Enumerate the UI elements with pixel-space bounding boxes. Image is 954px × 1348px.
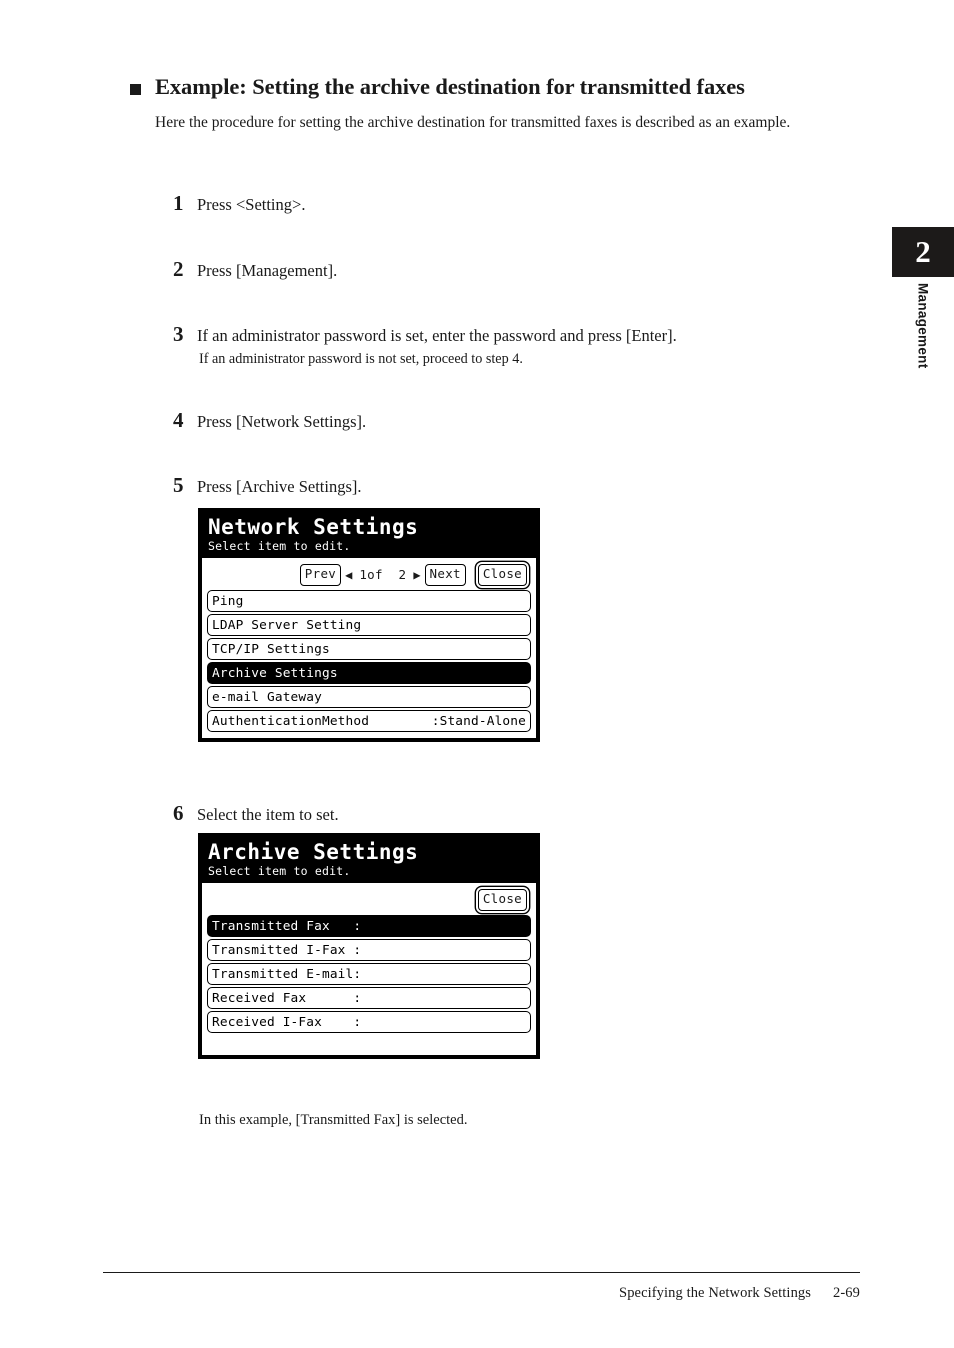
lcd-subtitle-network: Select item to edit. bbox=[208, 539, 351, 554]
step-5-number: 5 bbox=[173, 473, 184, 497]
footer-title: Specifying the Network Settings bbox=[619, 1285, 812, 1301]
list-item-label: TCP/IP Settings bbox=[212, 641, 330, 657]
close-button[interactable]: Close bbox=[477, 564, 527, 586]
list-item-label: Received I-Fax : bbox=[212, 1014, 362, 1030]
footer: Specifying the Network Settings 2-69 bbox=[619, 1285, 860, 1302]
step-6-number: 6 bbox=[173, 801, 184, 825]
list-item-label: Archive Settings bbox=[212, 665, 338, 681]
list-item-label: AuthenticationMethod bbox=[212, 713, 370, 729]
step-3-number: 3 bbox=[173, 322, 184, 346]
section-heading: Example: Setting the archive destination… bbox=[130, 74, 870, 101]
step-1: 1 Press <Setting>. bbox=[173, 191, 305, 216]
chapter-tab-number: 2 bbox=[915, 234, 931, 269]
step-2-number: 2 bbox=[173, 257, 184, 281]
page-indicator: 1of 2 bbox=[359, 567, 407, 583]
step-3: 3 If an administrator password is set, e… bbox=[173, 322, 677, 347]
next-button[interactable]: Next bbox=[424, 564, 466, 586]
list-item[interactable]: Ping bbox=[207, 590, 531, 613]
lcd-body-archive: Close Transmitted Fax : Transmitted I-Fa… bbox=[200, 883, 538, 1058]
step-5: 5 Press [Archive Settings]. bbox=[173, 473, 362, 498]
list-item[interactable]: LDAP Server Setting bbox=[207, 614, 531, 637]
list-item-label: Transmitted I-Fax : bbox=[212, 942, 362, 958]
lcd-toolbar-archive: Close bbox=[207, 888, 531, 911]
list-item[interactable]: Transmitted E-mail: bbox=[207, 963, 531, 986]
lcd-subtitle-archive: Select item to edit. bbox=[208, 864, 351, 879]
list-item-label: Ping bbox=[212, 593, 244, 609]
list-item[interactable]: e-mail Gateway bbox=[207, 686, 531, 709]
list-item-label: e-mail Gateway bbox=[212, 689, 322, 705]
lcd-body-network: Prev ◀ 1of 2 ▶ Next Close Ping LDAP Serv… bbox=[200, 558, 538, 741]
lcd-panel-archive-settings: Archive Settings Select item to edit. Cl… bbox=[198, 833, 540, 1060]
lcd-header-archive: Archive Settings Select item to edit. bbox=[200, 835, 538, 884]
list-item[interactable]: TCP/IP Settings bbox=[207, 638, 531, 661]
step-1-number: 1 bbox=[173, 191, 184, 215]
list-item-label: LDAP Server Setting bbox=[212, 617, 362, 633]
lcd-list-network: Ping LDAP Server Setting TCP/IP Settings… bbox=[207, 590, 531, 733]
close-button[interactable]: Close bbox=[477, 889, 527, 911]
list-item-label: Transmitted E-mail: bbox=[212, 966, 362, 982]
footer-page-number: 2-69 bbox=[833, 1285, 860, 1301]
list-item-selected[interactable]: Transmitted Fax : bbox=[207, 915, 531, 938]
chapter-tab-label-wrap: Management bbox=[892, 283, 954, 413]
list-item[interactable]: Received I-Fax : bbox=[207, 1011, 531, 1034]
step-3-note: If an administrator password is not set,… bbox=[199, 351, 523, 367]
lcd-header-network: Network Settings Select item to edit. bbox=[200, 510, 538, 559]
list-item-label: Transmitted Fax : bbox=[212, 918, 362, 934]
footer-divider bbox=[103, 1272, 860, 1273]
step-4: 4 Press [Network Settings]. bbox=[173, 408, 366, 433]
lcd-list-archive: Transmitted Fax : Transmitted I-Fax : Tr… bbox=[207, 915, 531, 1034]
step-2-text: Press [Management]. bbox=[197, 261, 338, 280]
prev-button[interactable]: Prev bbox=[299, 564, 342, 586]
list-item-label: Received Fax : bbox=[212, 990, 362, 1006]
step-6: 6 Select the item to set. bbox=[173, 801, 339, 826]
lcd-title-network: Network Settings bbox=[208, 515, 419, 539]
step-4-text: Press [Network Settings]. bbox=[197, 412, 367, 431]
square-bullet-icon bbox=[130, 84, 141, 95]
list-item[interactable]: AuthenticationMethod :Stand-Alone bbox=[207, 710, 531, 733]
step-2: 2 Press [Management]. bbox=[173, 257, 337, 282]
lcd-title-archive: Archive Settings bbox=[208, 840, 419, 864]
chapter-tab: 2 bbox=[892, 227, 954, 277]
chapter-tab-label: Management bbox=[915, 283, 931, 369]
example-caption: In this example, [Transmitted Fax] is se… bbox=[199, 1112, 468, 1128]
right-arrow-icon[interactable]: ▶ bbox=[409, 569, 424, 581]
step-4-number: 4 bbox=[173, 408, 184, 432]
list-item-selected[interactable]: Archive Settings bbox=[207, 662, 531, 685]
step-3-text: If an administrator password is set, ent… bbox=[197, 326, 677, 345]
list-item-value: :Stand-Alone bbox=[431, 713, 526, 729]
page-title: Example: Setting the archive destination… bbox=[155, 74, 745, 99]
lcd-panel-network-settings: Network Settings Select item to edit. Pr… bbox=[198, 508, 540, 743]
lcd-toolbar-network: Prev ◀ 1of 2 ▶ Next Close bbox=[207, 563, 531, 586]
step-1-text: Press <Setting>. bbox=[197, 195, 306, 214]
list-item[interactable]: Received Fax : bbox=[207, 987, 531, 1010]
section-intro: Here the procedure for setting the archi… bbox=[155, 114, 791, 131]
step-6-text: Select the item to set. bbox=[197, 805, 339, 824]
left-arrow-icon[interactable]: ◀ bbox=[341, 569, 356, 581]
list-item[interactable]: Transmitted I-Fax : bbox=[207, 939, 531, 962]
step-5-text: Press [Archive Settings]. bbox=[197, 477, 362, 496]
